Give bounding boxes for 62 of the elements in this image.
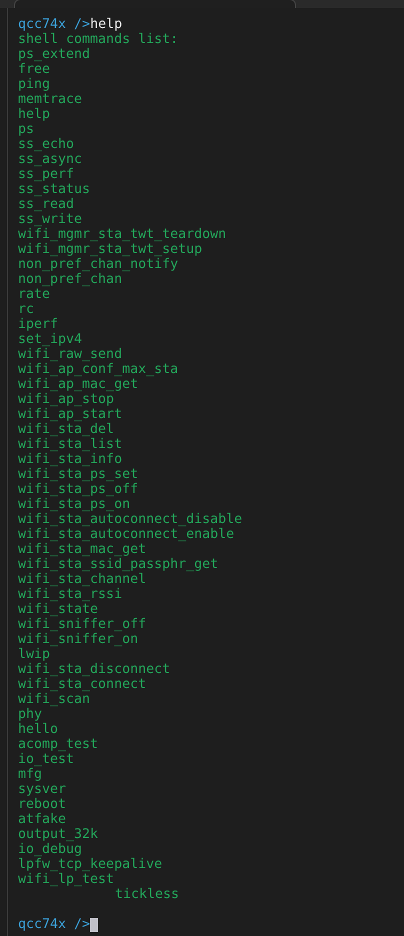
output-line: lpfw_tcp_keepalive xyxy=(18,857,162,872)
output-line: wifi_sta_list xyxy=(18,437,122,452)
output-line: wifi_scan xyxy=(18,692,90,707)
output-line: wifi_sniffer_on xyxy=(18,632,138,647)
output-line: wifi_sta_autoconnect_disable xyxy=(18,512,242,527)
output-line: shell commands list: xyxy=(18,32,178,47)
output-line: iperf xyxy=(18,317,58,332)
output-line: hello xyxy=(18,722,58,737)
output-line: wifi_state xyxy=(18,602,98,617)
output-line: wifi_lp_test xyxy=(18,872,114,887)
output-line: wifi_sta_ps_off xyxy=(18,482,138,497)
output-line: wifi_sta_autoconnect_enable xyxy=(18,527,234,542)
output-line: atfake xyxy=(18,812,66,827)
typed-command: help xyxy=(90,17,122,32)
output-line: tickless xyxy=(115,887,180,902)
output-line: rc xyxy=(18,302,34,317)
output-line: wifi_sta_del xyxy=(18,422,114,437)
output-line: wifi_ap_mac_get xyxy=(18,377,138,392)
output-line: wifi_ap_start xyxy=(18,407,122,422)
output-line: phy xyxy=(18,707,42,722)
output-line: ps xyxy=(18,122,34,137)
output-line: ss_async xyxy=(18,152,82,167)
output-line: io_debug xyxy=(18,842,82,857)
output-line: wifi_sta_rssi xyxy=(18,587,122,602)
output-line: wifi_sta_mac_get xyxy=(18,542,146,557)
output-line: non_pref_chan_notify xyxy=(18,257,178,272)
shell-prompt: qcc74x /> xyxy=(18,917,90,932)
output-line: memtrace xyxy=(18,92,82,107)
output-line: set_ipv4 xyxy=(18,332,82,347)
output-line: ss_perf xyxy=(18,167,74,182)
output-line: wifi_ap_conf_max_sta xyxy=(18,362,178,377)
output-line: ping xyxy=(18,77,50,92)
output-line: free xyxy=(18,62,50,77)
output-line: io_test xyxy=(18,752,74,767)
output-line: wifi_sta_connect xyxy=(18,677,146,692)
output-line: output_32k xyxy=(18,827,98,842)
output-line: lwip xyxy=(18,647,50,662)
output-line: acomp_test xyxy=(18,737,98,752)
output-line: ss_status xyxy=(18,182,90,197)
output-line: wifi_sta_disconnect xyxy=(18,662,170,677)
output-line: non_pref_chan xyxy=(18,272,122,287)
output-line: wifi_sta_ps_on xyxy=(18,497,130,512)
output-line: ps_extend xyxy=(18,47,90,62)
output-line: rate xyxy=(18,287,50,302)
output-line: ss_read xyxy=(18,197,74,212)
output-line: help xyxy=(18,107,50,122)
shell-prompt: qcc74x /> xyxy=(18,17,90,32)
output-line: mfg xyxy=(18,767,42,782)
output-line: wifi_mgmr_sta_twt_teardown xyxy=(18,227,226,242)
output-line: wifi_mgmr_sta_twt_setup xyxy=(18,242,202,257)
output-line: wifi_sniffer_off xyxy=(18,617,146,632)
output-line: sysver xyxy=(18,782,66,797)
output-line: ss_echo xyxy=(18,137,74,152)
output-line: reboot xyxy=(18,797,66,812)
output-line: wifi_sta_info xyxy=(18,452,122,467)
output-line: wifi_sta_channel xyxy=(18,572,146,587)
output-line: wifi_sta_ssid_passphr_get xyxy=(18,557,218,572)
terminal-tab[interactable] xyxy=(14,0,296,8)
output-line: wifi_sta_ps_set xyxy=(18,467,138,482)
output-line: wifi_raw_send xyxy=(18,347,122,362)
output-line: wifi_ap_stop xyxy=(18,392,114,407)
output-line: ss_write xyxy=(18,212,82,227)
